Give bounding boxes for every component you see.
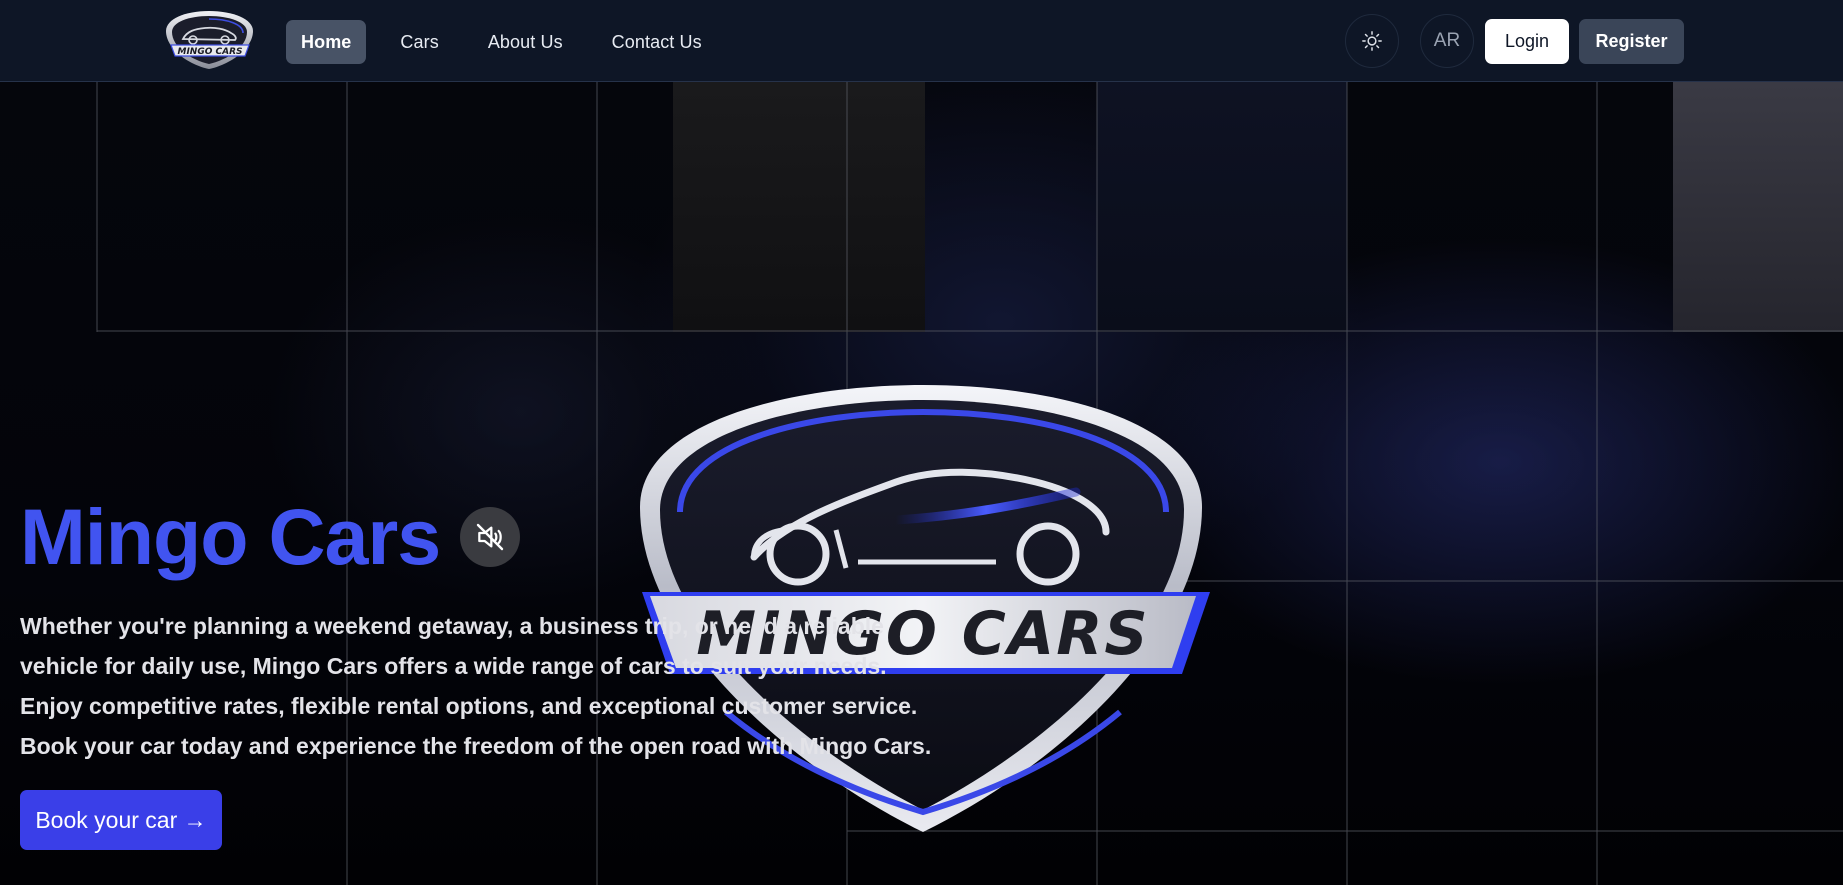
hero-title-row: Mingo Cars <box>20 492 521 581</box>
sun-icon <box>1362 31 1382 51</box>
nav-link-contact-us[interactable]: Contact Us <box>597 20 717 64</box>
register-button[interactable]: Register <box>1579 19 1684 64</box>
mute-toggle-button[interactable] <box>460 506 521 567</box>
nav-link-about-us[interactable]: About Us <box>473 20 578 64</box>
brand-logo[interactable]: MINGO CARS <box>163 9 256 71</box>
hero-title: Mingo Cars <box>20 492 441 581</box>
nav-link-home[interactable]: Home <box>286 20 367 64</box>
login-button[interactable]: Login <box>1485 19 1569 64</box>
nav-link-cars[interactable]: Cars <box>385 20 453 64</box>
navbar: MINGO CARS Home Cars About Us Contact Us <box>0 0 1843 82</box>
language-toggle-button[interactable]: AR <box>1420 14 1474 68</box>
svg-text:MINGO CARS: MINGO CARS <box>178 47 243 57</box>
hero-section: MINGO CARS Mingo Cars Whether you're pla… <box>0 82 1843 885</box>
main-nav: Home Cars About Us Contact Us <box>286 19 736 65</box>
book-your-car-button[interactable]: Book your car → <box>20 790 222 850</box>
muted-speaker-icon <box>476 523 504 550</box>
hero-description: Whether you're planning a weekend getawa… <box>20 613 932 759</box>
car-logo-icon: MINGO CARS <box>166 11 253 69</box>
theme-toggle-button[interactable] <box>1345 14 1399 68</box>
page: MINGO CARS Home Cars About Us Contact Us <box>0 0 1843 885</box>
